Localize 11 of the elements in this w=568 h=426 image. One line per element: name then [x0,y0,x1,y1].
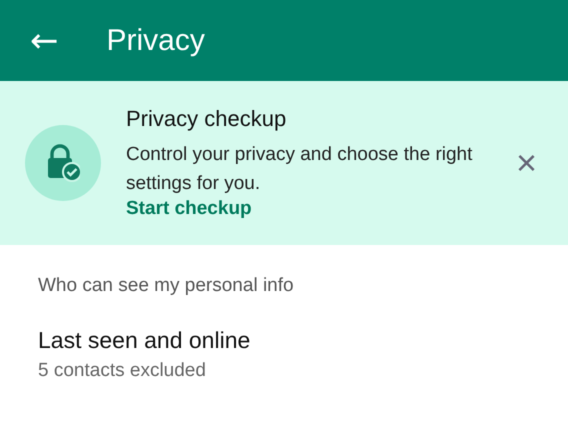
section-header: Who can see my personal info [37,274,295,297]
lock-check-icon [46,144,80,182]
card-description: Control your privacy and choose the right settings for you. [126,143,474,196]
card-title: Privacy checkup [126,106,288,132]
start-checkup-link[interactable]: Start checkup [126,198,252,220]
close-button[interactable]: × [512,145,542,181]
back-button[interactable]: ← [26,24,62,58]
item-title: Last seen and online [38,327,252,354]
screen-title: Privacy [106,24,205,58]
setting-item[interactable]: Last seen and online 5 contacts excluded [0,297,568,382]
item-subtitle: 5 contacts excluded [38,360,207,382]
